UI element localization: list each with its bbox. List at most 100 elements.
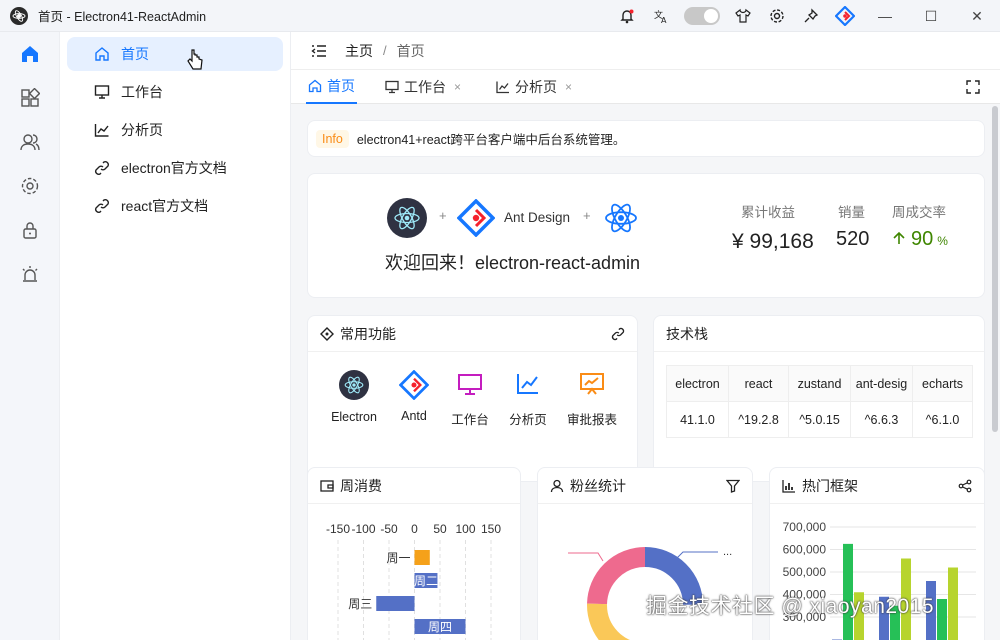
stat-label: 周成交率 [892, 205, 946, 220]
rail-settings-icon[interactable] [0, 164, 60, 208]
info-text: electron41+react跨平台客户端中后台系统管理。 [356, 133, 626, 147]
pin-icon[interactable] [794, 0, 828, 32]
settings-gear-icon[interactable] [760, 0, 794, 32]
tab-analysis[interactable]: 分析页 × [496, 70, 572, 104]
rail-apps-icon[interactable] [0, 76, 60, 120]
table-header-cell: ant-desig [850, 365, 913, 402]
menu-item-workbench[interactable]: 工作台 [67, 75, 283, 109]
tab-label: 首页 [327, 78, 355, 94]
title-bar: 首页 - Electron41-ReactAdmin 文A — ☐ ✕ [0, 0, 1000, 32]
shortcut-analysis[interactable]: 分析页 [504, 370, 552, 428]
shortcut-label: 分析页 [509, 413, 547, 427]
welcome-card: + Ant Design + 欢迎回来！electron-react-admin… [307, 173, 985, 298]
menu-item-analysis[interactable]: 分析页 [67, 113, 283, 147]
tab-home[interactable]: 首页 [306, 70, 357, 104]
table-cell: ^6.6.3 [850, 401, 913, 438]
page-tabs: 首页 工作台 × 分析页 × [291, 70, 1000, 104]
rail-home-icon[interactable] [0, 32, 60, 76]
donut-label: ... [723, 546, 732, 558]
rail-users-icon[interactable] [0, 120, 60, 164]
link-icon[interactable] [611, 327, 625, 341]
tab-close-icon[interactable]: × [454, 80, 461, 94]
shortcut-label: 审批报表 [566, 413, 617, 427]
x-tick-label: -100 [351, 522, 375, 536]
tab-workbench[interactable]: 工作台 × [385, 70, 461, 104]
menu-fold-icon[interactable] [311, 43, 327, 59]
fullscreen-icon[interactable] [966, 80, 980, 94]
svg-text:A: A [661, 16, 667, 24]
menu-item-label: electron官方文档 [121, 160, 227, 176]
monitor-icon [458, 374, 482, 395]
antd-label: Ant Design [504, 210, 571, 225]
bar [414, 550, 430, 565]
stat-label: 销量 [838, 205, 865, 220]
category-label: 周四 [428, 620, 452, 634]
translate-icon[interactable]: 文A [644, 0, 678, 32]
wallet-icon [320, 479, 334, 492]
weekly-spending-card: 周消费 -150 -100 -50 0 50 100 150 周一 周二 周三 周四 [307, 467, 521, 640]
antd-logo-icon[interactable] [828, 0, 862, 32]
menu-item-react-docs[interactable]: react官方文档 [67, 189, 283, 223]
tshirt-icon[interactable] [726, 0, 760, 32]
antd-icon [398, 369, 430, 401]
watermark: 掘金技术社区 @ xiaoyan2015 [646, 595, 935, 618]
table-header-row: electron react zustand ant-desig echarts [666, 365, 973, 402]
shortcut-antd[interactable]: Antd [392, 369, 436, 423]
x-tick-label: -50 [380, 522, 398, 536]
card-title: 技术栈 [666, 325, 708, 342]
table-header-cell: echarts [912, 365, 973, 402]
table-cell: 41.1.0 [666, 401, 729, 438]
mouse-cursor-icon [187, 49, 203, 70]
menu-item-label: react官方文档 [121, 198, 209, 214]
electron-logo-icon [387, 198, 427, 238]
shortcut-electron[interactable]: Electron [326, 370, 382, 424]
diamond-icon [320, 326, 334, 341]
rail-alarm-icon[interactable] [0, 252, 60, 296]
rail-lock-icon[interactable] [0, 208, 60, 252]
minimize-button[interactable]: — [862, 0, 908, 32]
main-area: 主页 / 首页 首页 工作台 × 分析页 × Info electron41+r… [291, 32, 1000, 640]
breadcrumb-root[interactable]: 主页 [345, 41, 373, 61]
maximize-button[interactable]: ☐ [908, 0, 954, 32]
arrow-up-icon [893, 231, 905, 244]
close-window-button[interactable]: ✕ [954, 0, 1000, 32]
card-title: 常用功能 [340, 325, 396, 342]
card-header: 粉丝统计 [538, 468, 752, 504]
user-icon [550, 479, 564, 492]
content-scrollbar[interactable] [992, 106, 998, 432]
shortcut-workbench[interactable]: 工作台 [446, 370, 494, 428]
share-icon[interactable] [958, 479, 972, 493]
donut-label-line [568, 552, 604, 562]
table-cell: ^6.1.0 [912, 401, 973, 438]
y-tick-label: 600,000 [783, 543, 827, 557]
card-title: 周消费 [340, 477, 382, 494]
icon-rail [0, 32, 60, 640]
menu-item-electron-docs[interactable]: electron官方文档 [67, 151, 283, 185]
tech-stack-card: 技术栈 electron react zustand ant-desig ech… [653, 315, 985, 482]
table-header-cell: react [728, 365, 789, 402]
y-tick-label: 700,000 [783, 520, 827, 534]
electron-icon [339, 370, 369, 400]
welcome-greeting: 欢迎回来！electron-react-admin [385, 253, 641, 273]
stat-unit: % [937, 234, 948, 248]
weekly-spending-chart: -150 -100 -50 0 50 100 150 周一周二周三周四 [326, 522, 501, 640]
bar [937, 599, 947, 640]
theme-toggle[interactable] [684, 7, 720, 25]
filter-icon[interactable] [726, 479, 740, 493]
card-title: 热门框架 [802, 477, 858, 494]
menu-item-home[interactable]: 首页 [67, 37, 283, 71]
shortcut-label: Antd [401, 409, 427, 423]
tab-close-icon[interactable]: × [565, 80, 572, 94]
x-tick-label: -150 [326, 522, 350, 536]
card-header: 热门框架 [770, 468, 984, 504]
stat-label: 累计收益 [741, 205, 795, 220]
window-title: 首页 - Electron41-ReactAdmin [38, 10, 207, 24]
category-label: 周二 [414, 574, 438, 588]
shortcut-approval-report[interactable]: 审批报表 [562, 370, 622, 428]
x-tick-label: 50 [433, 522, 447, 536]
stat-value: ¥ 99,168 [732, 230, 814, 253]
notification-bell-icon[interactable] [610, 0, 644, 32]
menu-item-label: 首页 [121, 46, 149, 62]
table-cell: ^19.2.8 [728, 401, 789, 438]
tech-stack-table: electron react zustand ant-desig echarts… [666, 365, 973, 438]
